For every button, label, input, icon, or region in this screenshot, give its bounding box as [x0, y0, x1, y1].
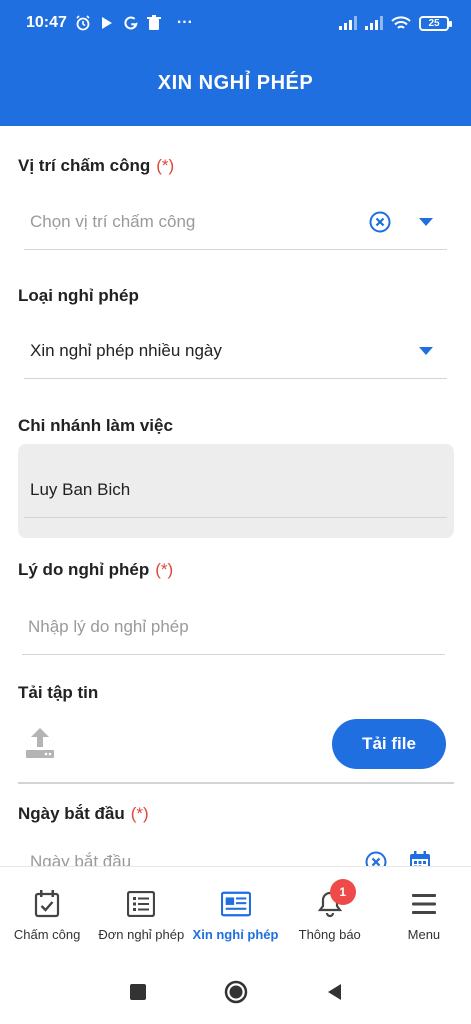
upload-divider [18, 782, 454, 784]
calendar-icon[interactable] [409, 850, 431, 867]
google-icon [124, 16, 138, 30]
chevron-down-icon[interactable] [419, 217, 433, 226]
chevron-down-icon[interactable] [419, 346, 433, 355]
location-required-mark: (*) [156, 156, 175, 175]
upload-file-button[interactable]: Tải file [332, 719, 446, 769]
calendar-check-icon [32, 889, 62, 919]
nav-item-thong-bao[interactable]: 1 Thông báo [283, 867, 377, 960]
nav-item-cham-cong[interactable]: Chấm công [0, 867, 94, 960]
app-notification-icon [101, 17, 112, 29]
status-bar: 10:47 ··· 25 [0, 0, 471, 46]
start-date-input[interactable]: Ngày bắt đầu [24, 834, 447, 866]
nav-item-menu[interactable]: Menu [377, 867, 471, 960]
clear-icon[interactable] [365, 851, 387, 867]
branch-value: Luy Ban Bich [30, 479, 131, 499]
signal-icon-2 [365, 16, 383, 30]
list-icon [126, 889, 156, 919]
leave-type-icons [419, 346, 447, 355]
page-title: XIN NGHỈ PHÉP [157, 72, 314, 94]
start-date-label-text: Ngày bắt đầu [18, 804, 125, 823]
recent-apps-icon[interactable] [129, 983, 147, 1001]
location-placeholder: Chọn vị trí chấm công [30, 211, 196, 231]
nav-label: Menu [407, 927, 441, 942]
reason-required-mark: (*) [155, 560, 174, 579]
nav-label: Xin nghỉ phép [192, 927, 279, 942]
start-date-icons [365, 850, 447, 867]
back-icon[interactable] [325, 982, 343, 1002]
leave-type-select[interactable]: Xin nghỉ phép nhiều ngày [24, 323, 447, 379]
branch-label: Chi nhánh làm việc [18, 416, 173, 435]
trash-icon [146, 15, 161, 30]
upload-label: Tải tập tin [18, 683, 99, 702]
newspaper-icon [220, 889, 251, 919]
location-icons [369, 211, 447, 233]
reason-input[interactable]: Nhập lý do nghỉ phép [22, 599, 445, 655]
app-header: 10:47 ··· 25 XIN NGHỈ PHÉP [0, 0, 471, 126]
notification-badge: 1 [329, 879, 356, 905]
location-label: Vị trí chấm công (*) [18, 156, 174, 176]
wifi-icon [391, 15, 411, 29]
reason-label: Lý do nghỉ phép (*) [18, 560, 173, 580]
reason-placeholder: Nhập lý do nghỉ phép [28, 616, 189, 636]
leave-type-value: Xin nghỉ phép nhiều ngày [30, 340, 222, 360]
branch-field: Luy Ban Bich [24, 462, 447, 518]
signal-icon [339, 16, 357, 30]
status-left: 10:47 ··· [26, 14, 193, 32]
location-select[interactable]: Chọn vị trí chấm công [24, 194, 447, 250]
battery-icon: 25 [419, 15, 452, 31]
leave-type-label: Loại nghỉ phép [18, 286, 139, 305]
status-right: 25 [339, 15, 452, 31]
start-date-required-mark: (*) [130, 804, 149, 823]
bottom-navigation: Chấm công Đơn nghỉ phép Xin nghỉ phép 1 … [0, 866, 471, 960]
nav-label: Đơn nghỉ phép [98, 927, 185, 942]
home-icon[interactable] [224, 980, 248, 1004]
start-date-label: Ngày bắt đầu (*) [18, 804, 149, 824]
reason-label-text: Lý do nghỉ phép [18, 560, 150, 579]
status-time: 10:47 [26, 14, 67, 31]
hamburger-icon [409, 889, 439, 919]
nav-item-xin-nghi-phep[interactable]: Xin nghỉ phép [188, 867, 282, 960]
nav-item-don-nghi-phep[interactable]: Đơn nghỉ phép [94, 867, 188, 960]
nav-label: Thông báo [298, 927, 361, 942]
system-navigation-bar [0, 960, 471, 1024]
clear-icon[interactable] [369, 211, 391, 233]
more-status-dots: ··· [176, 14, 193, 31]
location-label-text: Vị trí chấm công [18, 156, 151, 175]
start-date-placeholder: Ngày bắt đầu [30, 851, 132, 867]
leave-request-form: Vị trí chấm công (*) Chọn vị trí chấm côn… [0, 126, 471, 866]
alarm-icon [76, 15, 90, 31]
upload-icon[interactable] [24, 726, 56, 760]
nav-label: Chấm công [13, 927, 81, 942]
